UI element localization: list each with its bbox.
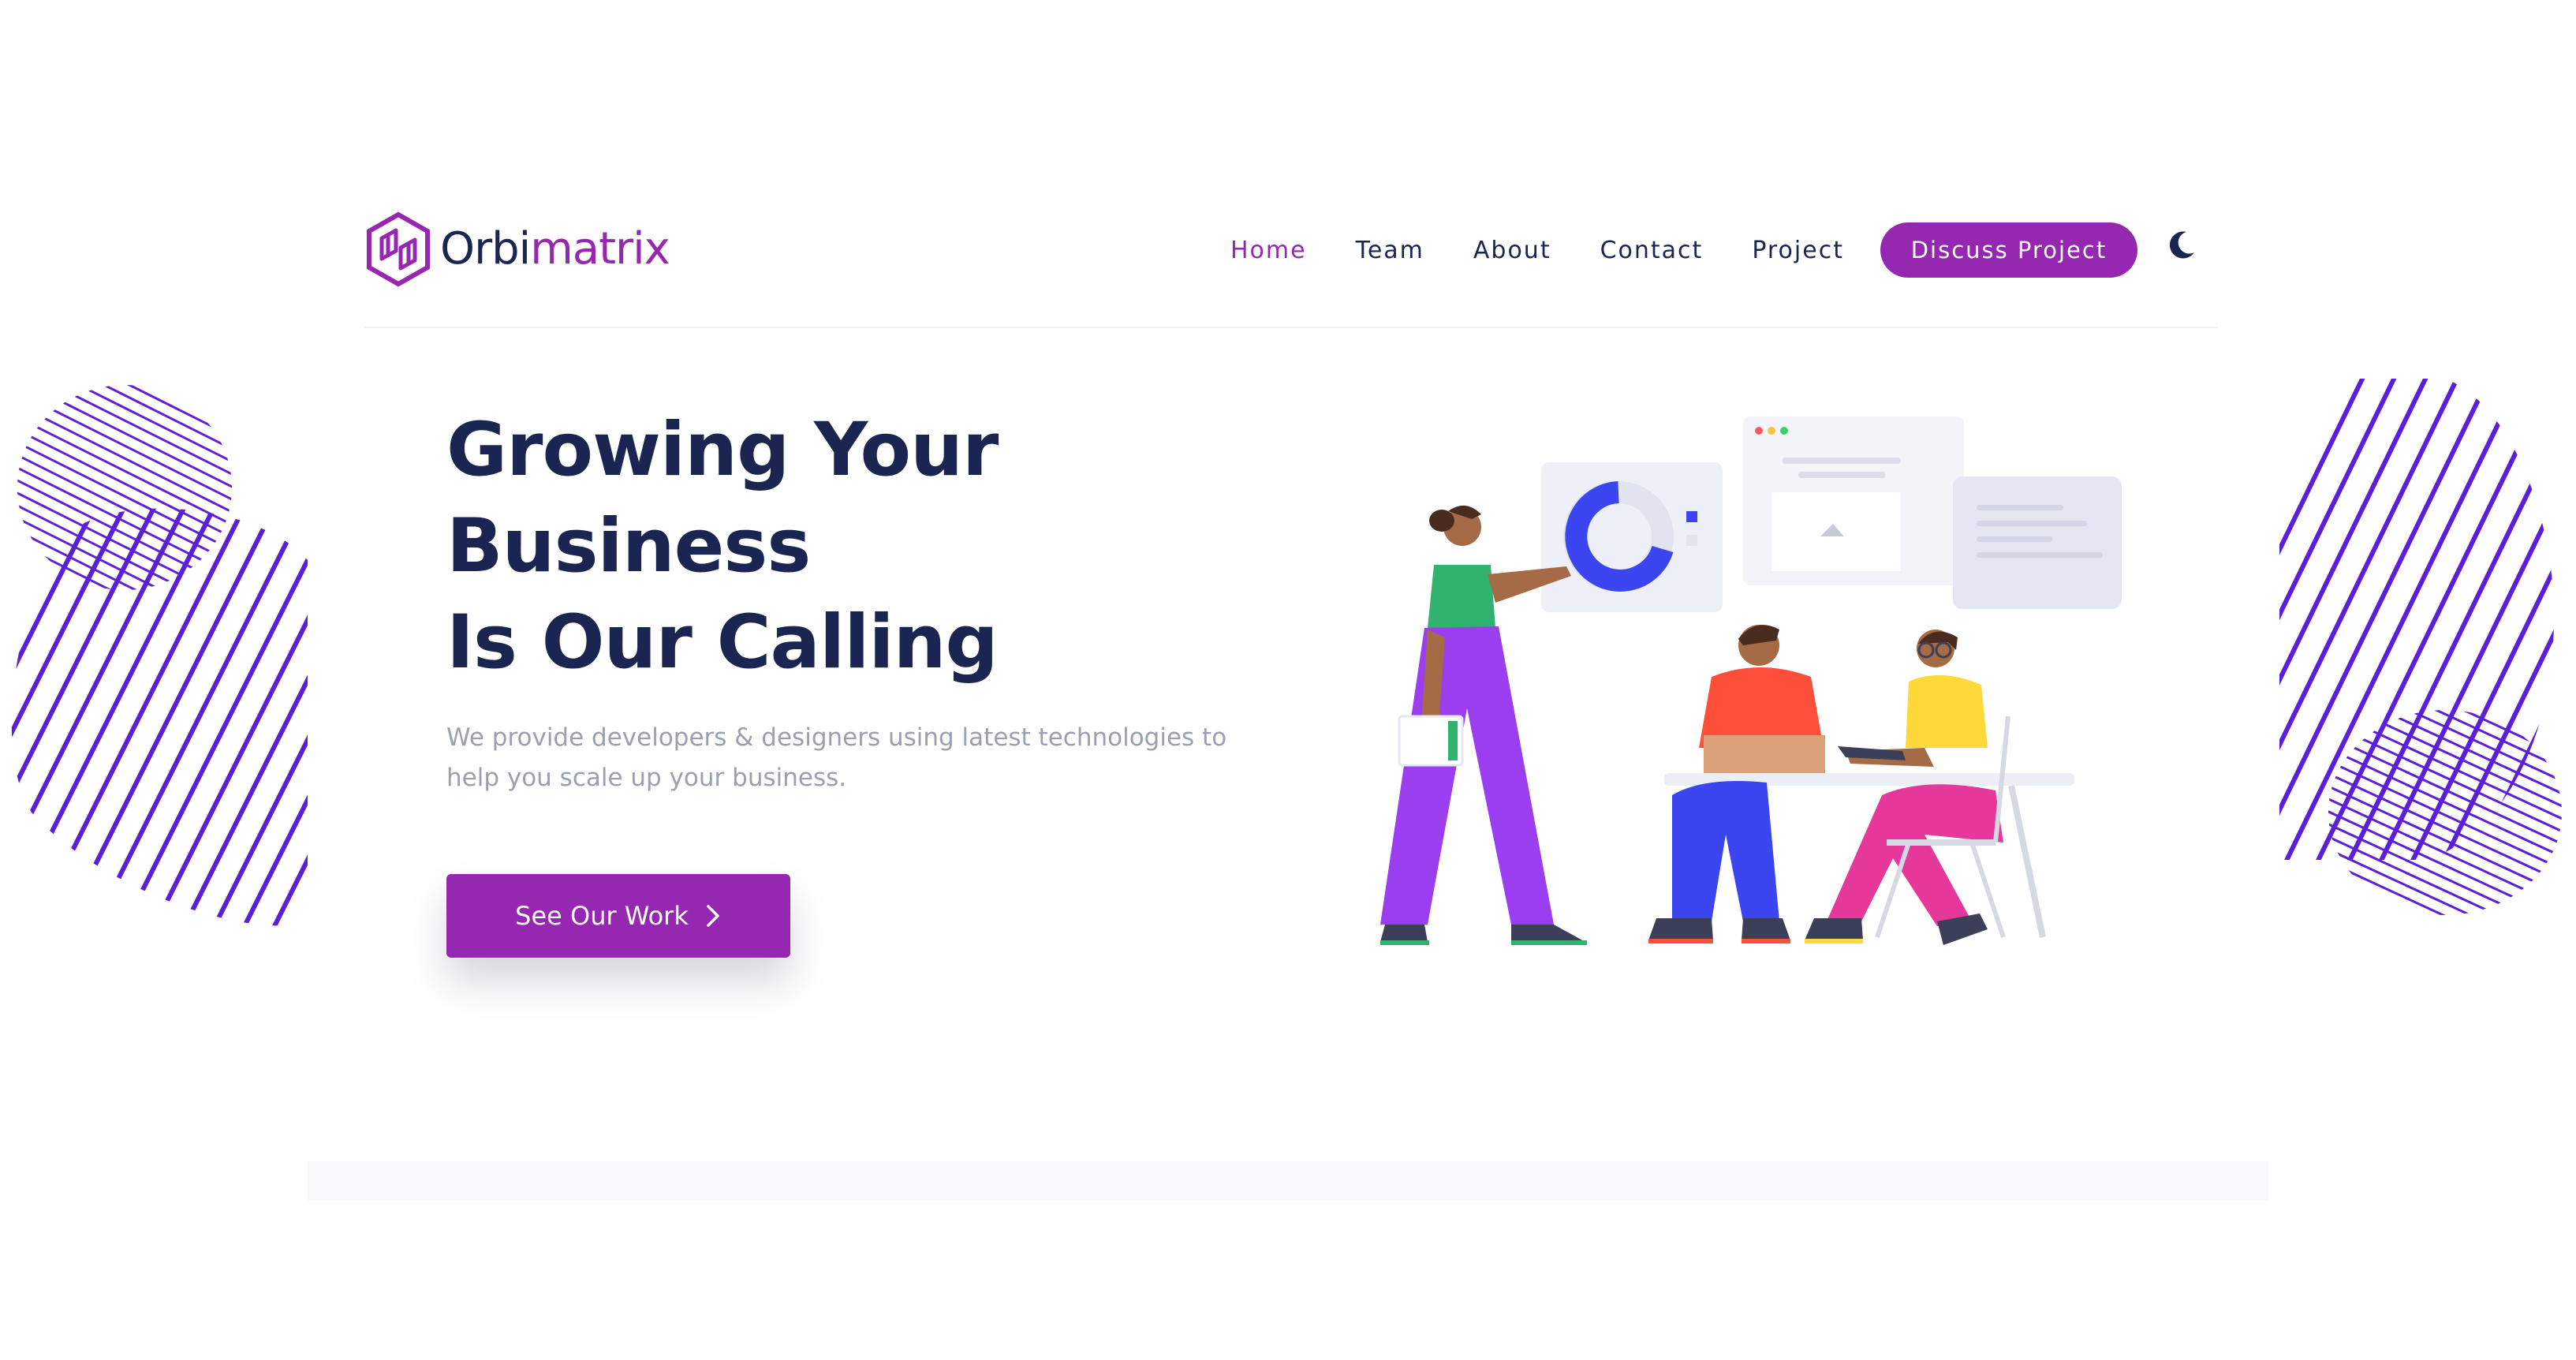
nav-item-about[interactable]: About xyxy=(1473,237,1551,264)
hero-subtitle: We provide developers & designers using … xyxy=(446,723,1227,792)
see-our-work-button[interactable]: See Our Work xyxy=(446,874,790,958)
chevron-right-icon xyxy=(707,905,719,927)
discuss-project-button[interactable]: Discuss Project xyxy=(1880,222,2137,278)
brand-name-part2: matrix xyxy=(530,223,670,275)
logo-hexagon-icon xyxy=(367,211,430,287)
main-nav: Home Team About Contact Project Discuss … xyxy=(1230,222,2137,278)
header-divider xyxy=(364,327,2218,328)
hero-title-line-2: Business xyxy=(446,503,811,589)
nav-item-contact[interactable]: Contact xyxy=(1600,237,1704,264)
see-our-work-label: See Our Work xyxy=(515,901,689,931)
decorative-stripes-right xyxy=(2272,371,2576,939)
section-band xyxy=(308,1161,2268,1201)
hero-title: Growing Your Business Is Our Calling xyxy=(446,402,1235,691)
team-meeting-illustration xyxy=(1380,417,2122,945)
brand-name: Orbimatrix xyxy=(440,227,670,271)
decorative-stripes-left xyxy=(0,371,315,939)
nav-item-home[interactable]: Home xyxy=(1230,237,1307,264)
moon-icon[interactable] xyxy=(2166,229,2197,260)
hero-title-line-3: Is Our Calling xyxy=(446,600,999,686)
hero-title-line-1: Growing Your xyxy=(446,407,999,493)
brand-logo[interactable]: Orbimatrix xyxy=(364,211,670,287)
nav-item-project[interactable]: Project xyxy=(1752,237,1844,264)
nav-item-team[interactable]: Team xyxy=(1356,237,1424,264)
brand-name-part1: Orbi xyxy=(440,223,531,275)
